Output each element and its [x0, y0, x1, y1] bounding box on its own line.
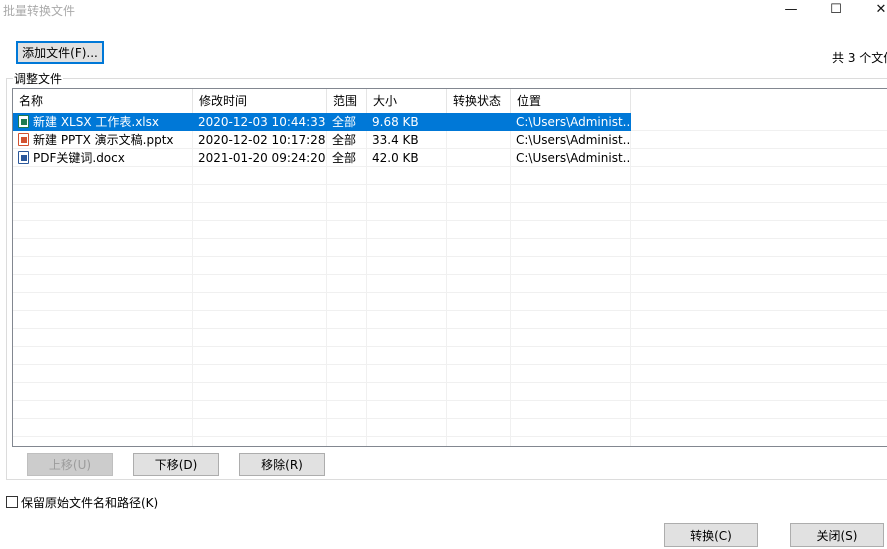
- title-bar: 批量转换文件 — ☐ ✕: [0, 0, 887, 22]
- grid-line: [13, 256, 887, 257]
- table-cell-size: 9.68 KB: [367, 113, 447, 131]
- grid-line: [13, 310, 887, 311]
- table-cell-location: C:\Users\Administ...: [516, 151, 631, 165]
- grid-line: [13, 274, 887, 275]
- group-label: 调整文件: [13, 70, 64, 87]
- table-cell-status: [447, 113, 511, 131]
- add-files-button[interactable]: 添加文件(F)...: [16, 41, 104, 64]
- table-cell-name: 新建 PPTX 演示文稿.pptx: [13, 131, 193, 149]
- move-down-button[interactable]: 下移(D): [133, 453, 219, 476]
- table-cell-location: C:\Users\Administ...: [511, 113, 631, 131]
- grid-line: [13, 364, 887, 365]
- file-list[interactable]: 名称 修改时间 范围 大小 转换状态 位置 新建 XLSX 工作表.xlsx 20…: [12, 88, 887, 447]
- table-cell-size: 33.4 KB: [372, 133, 419, 147]
- table-row[interactable]: 新建 XLSX 工作表.xlsx 2020-12-03 10:44:33 全部 9.6…: [13, 113, 887, 131]
- grid-line: [13, 202, 887, 203]
- column-header-modified[interactable]: 修改时间: [193, 89, 327, 113]
- table-cell-status: [447, 131, 511, 149]
- keep-path-label[interactable]: 保留原始文件名和路径(K): [21, 494, 158, 511]
- table-cell-range: 全部: [332, 151, 357, 165]
- convert-button[interactable]: 转换(C): [664, 523, 758, 547]
- table-cell-status: [447, 149, 511, 167]
- maximize-icon[interactable]: ☐: [814, 0, 858, 22]
- grid-line: [13, 220, 887, 221]
- keep-path-checkbox[interactable]: [6, 496, 18, 508]
- table-cell-modified: 2021-01-20 09:24:20: [198, 151, 326, 165]
- grid-line: [13, 382, 887, 383]
- column-header-range[interactable]: 范围: [327, 89, 367, 113]
- grid-line: [13, 400, 887, 401]
- table-row[interactable]: 新建 PPTX 演示文稿.pptx 2020-12-02 10:17:28 全部 33…: [13, 131, 887, 149]
- table-cell-modified: 2020-12-03 10:44:33: [193, 113, 327, 131]
- grid-line: [13, 436, 887, 437]
- grid-line: [13, 292, 887, 293]
- grid-line: [13, 238, 887, 239]
- grid-line: [13, 346, 887, 347]
- table-cell-range: 全部: [327, 113, 367, 131]
- window-title: 批量转换文件: [3, 4, 76, 18]
- excel-file-icon: [18, 115, 29, 128]
- close-icon[interactable]: ✕: [859, 0, 887, 22]
- table-cell-modified: 2020-12-02 10:17:28: [198, 133, 326, 147]
- column-header-size[interactable]: 大小: [367, 89, 447, 113]
- table-cell-name: 新建 XLSX 工作表.xlsx: [13, 113, 193, 131]
- file-count-label: 共 3 个文件: [832, 51, 887, 65]
- grid-line: [13, 184, 887, 185]
- table-cell-range: 全部: [332, 133, 357, 147]
- table-cell-size: 42.0 KB: [372, 151, 419, 165]
- column-header-status[interactable]: 转换状态: [447, 89, 511, 113]
- column-header-name[interactable]: 名称: [13, 89, 193, 113]
- minimize-icon[interactable]: —: [769, 0, 813, 22]
- powerpoint-file-icon: [18, 133, 29, 146]
- grid-line: [13, 418, 887, 419]
- move-up-button[interactable]: 上移(U): [27, 453, 113, 476]
- table-cell-name: PDF关键词.docx: [13, 149, 193, 167]
- table-row[interactable]: PDF关键词.docx 2021-01-20 09:24:20 全部 42.0 KB C…: [13, 149, 887, 167]
- word-file-icon: [18, 151, 29, 164]
- remove-button[interactable]: 移除(R): [239, 453, 325, 476]
- column-header-location[interactable]: 位置: [511, 89, 631, 113]
- grid-line: [13, 328, 887, 329]
- close-button[interactable]: 关闭(S): [790, 523, 884, 547]
- table-cell-location: C:\Users\Administ...: [516, 133, 631, 147]
